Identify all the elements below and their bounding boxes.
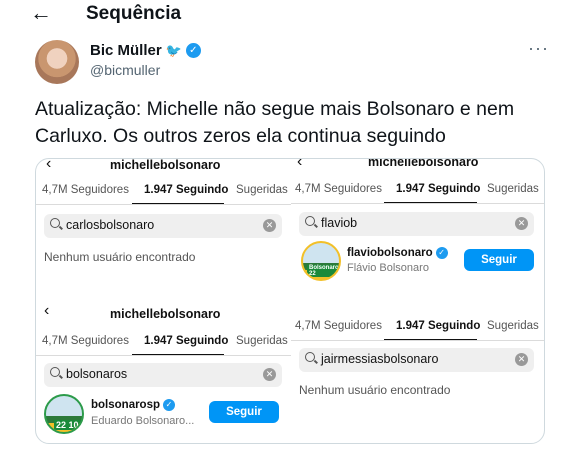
screenshot-panel: michellebolsonaro ‹ 4,7M Seguidores 1.94… bbox=[291, 159, 544, 302]
tweet-image[interactable]: ‹ michellebolsonaro 4,7M Seguidores 1.94… bbox=[35, 158, 545, 444]
screenshot-panel: ‹ michellebolsonaro 4,7M Seguidores 1.94… bbox=[36, 159, 291, 302]
result-avatar: Bolsonaro 22 bbox=[301, 241, 341, 281]
tweet-text: Atualização: Michelle não segue mais Bol… bbox=[35, 98, 515, 147]
search-input: jairmessiasbolsonaro ✕ bbox=[299, 348, 534, 372]
tab-following: 1.947 Seguindo bbox=[396, 320, 481, 332]
follow-button: Seguir bbox=[209, 401, 279, 423]
search-input: carlosbolsonaro ✕ bbox=[44, 214, 282, 238]
result-fullname: Eduardo Bolsonaro... bbox=[91, 415, 195, 427]
tab-following: 1.947 Seguindo bbox=[396, 183, 481, 195]
no-results-text: Nenhum usuário encontrado bbox=[299, 383, 451, 397]
result-username: flaviobolsonaro ✓ bbox=[347, 247, 448, 259]
search-icon bbox=[50, 367, 60, 377]
tab-suggested: Sugeridas bbox=[236, 335, 288, 347]
screenshot-panel: ‹ michellebolsonaro 4,7M Seguidores 1.94… bbox=[36, 302, 291, 443]
divider bbox=[291, 340, 544, 341]
author-handle[interactable]: @bicmuller bbox=[90, 62, 160, 78]
tab-underline bbox=[384, 202, 477, 203]
ig-username: michellebolsonaro bbox=[110, 307, 221, 321]
tab-followers: 4,7M Seguidores bbox=[295, 320, 382, 332]
divider bbox=[291, 203, 544, 204]
tab-followers: 4,7M Seguidores bbox=[42, 184, 129, 196]
tab-underline bbox=[132, 203, 224, 204]
tab-following: 1.947 Seguindo bbox=[144, 335, 229, 347]
tab-suggested: Sugeridas bbox=[487, 320, 539, 332]
tab-followers: 4,7M Seguidores bbox=[295, 183, 382, 195]
ig-username: michellebolsonaro bbox=[110, 159, 221, 172]
author-name[interactable]: Bic Müller 🐦 ✓ bbox=[90, 42, 201, 59]
chevron-left-icon: ‹ bbox=[46, 159, 52, 172]
result-avatar: 22 10 bbox=[44, 394, 84, 434]
verified-icon: ✓ bbox=[185, 43, 201, 58]
chevron-left-icon: ‹ bbox=[297, 159, 303, 170]
page-title: Sequência bbox=[86, 3, 182, 24]
verified-icon: ✓ bbox=[163, 399, 176, 411]
clear-icon: ✕ bbox=[263, 219, 276, 232]
tab-underline bbox=[132, 354, 224, 355]
result-fullname: Flávio Bolsonaro bbox=[347, 262, 429, 274]
top-bar: ← Sequência bbox=[0, 0, 583, 30]
more-options-icon[interactable]: ··· bbox=[528, 38, 549, 59]
tab-following: 1.947 Seguindo bbox=[144, 184, 229, 196]
follow-button: Seguir bbox=[464, 249, 534, 271]
arrow-left-icon[interactable]: ← bbox=[30, 1, 52, 25]
chevron-left-icon: ‹ bbox=[44, 302, 50, 319]
tab-suggested: Sugeridas bbox=[487, 183, 539, 195]
result-username: bolsonarosp ✓ bbox=[91, 399, 176, 411]
clear-icon: ✕ bbox=[515, 217, 528, 230]
ig-username: michellebolsonaro bbox=[368, 159, 479, 169]
tab-suggested: Sugeridas bbox=[236, 184, 288, 196]
search-input: flaviob ✕ bbox=[299, 212, 534, 236]
clear-icon: ✕ bbox=[263, 368, 276, 381]
search-input: bolsonaros ✕ bbox=[44, 363, 282, 387]
search-icon bbox=[305, 216, 315, 226]
tab-followers: 4,7M Seguidores bbox=[42, 335, 129, 347]
clear-icon: ✕ bbox=[515, 353, 528, 366]
verified-icon: ✓ bbox=[435, 247, 448, 259]
divider bbox=[36, 204, 291, 205]
search-icon bbox=[305, 352, 315, 362]
search-icon bbox=[50, 218, 60, 228]
tab-underline bbox=[384, 339, 477, 340]
no-results-text: Nenhum usuário encontrado bbox=[44, 250, 196, 264]
avatar[interactable] bbox=[35, 40, 79, 84]
screenshot-panel: 4,7M Seguidores 1.947 Seguindo Sugeridas… bbox=[291, 302, 544, 443]
bird-icon: 🐦 bbox=[165, 42, 182, 58]
divider bbox=[36, 355, 291, 356]
